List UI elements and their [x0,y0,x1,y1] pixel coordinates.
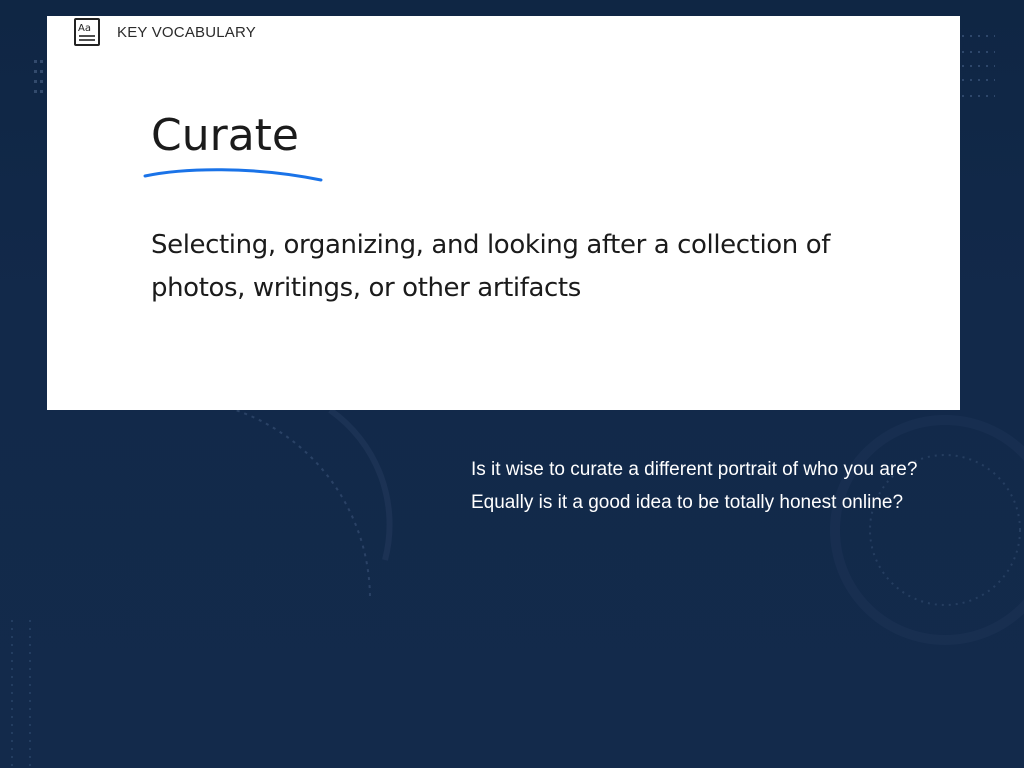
vocabulary-card-icon: Aa [73,17,101,47]
key-vocabulary-header: Aa KEY VOCABULARY [73,16,256,48]
key-vocabulary-label: KEY VOCABULARY [117,23,256,41]
question-1: Is it wise to curate a different portrai… [471,459,918,480]
discussion-questions: Is it wise to curate a different portrai… [471,456,941,522]
vocabulary-term: Curate [151,110,299,161]
vocabulary-card: Aa KEY VOCABULARY Curate Selecting, orga… [47,16,960,410]
slide: Aa KEY VOCABULARY Curate Selecting, orga… [0,0,1024,768]
term-definition: Selecting, organizing, and looking after… [151,230,830,303]
term-underline [143,168,323,182]
question-2: Equally is it a good idea to be totally … [471,492,904,513]
svg-text:Aa: Aa [78,23,91,34]
